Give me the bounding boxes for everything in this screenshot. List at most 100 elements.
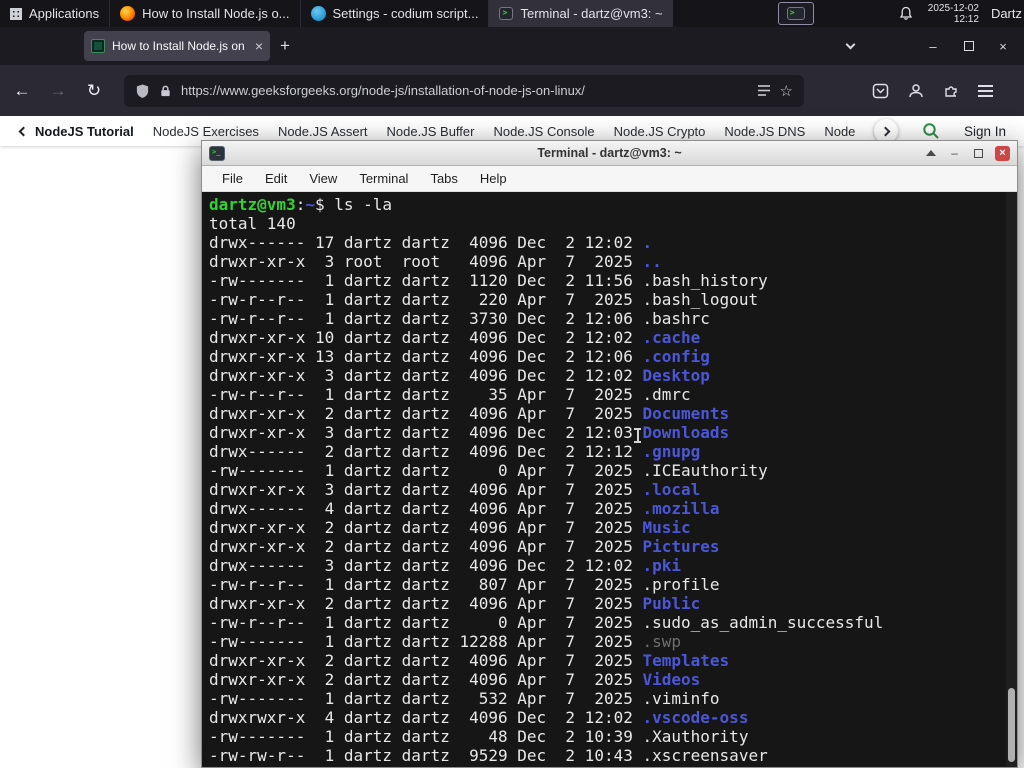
search-icon[interactable]	[922, 122, 940, 140]
file-name: .local	[642, 480, 701, 499]
window-minimize-button[interactable]: –	[926, 39, 940, 54]
taskbar-label-firefox: How to Install Node.js o...	[142, 6, 290, 21]
menu-help[interactable]: Help	[469, 166, 518, 192]
terminal-line: drwxrwxr-x 4 dartz dartz 4096 Dec 2 12:0…	[209, 708, 1017, 727]
terminal-line: drwxr-xr-x 2 dartz dartz 4096 Apr 7 2025…	[209, 537, 1017, 556]
applications-grid-icon	[10, 7, 22, 20]
applications-menu-button[interactable]: Applications	[0, 0, 109, 27]
file-name: .mozilla	[642, 499, 720, 518]
terminal-shade-button[interactable]	[923, 146, 938, 161]
terminal-line: -rw------- 1 dartz dartz 1120 Dec 2 11:5…	[209, 271, 1017, 290]
taskbar-button-terminal[interactable]: Terminal - dartz@vm3: ~	[488, 0, 673, 27]
terminal-app-icon	[209, 145, 225, 161]
url-text[interactable]: https://www.geeksforgeeks.org/node-js/in…	[181, 83, 748, 98]
file-meta: -rw------- 1 dartz dartz 1120 Dec 2 11:5…	[209, 271, 643, 290]
window-close-button[interactable]: ×	[996, 39, 1010, 54]
site-favicon-icon	[91, 39, 105, 53]
file-meta: drwxr-xr-x 2 dartz dartz 4096 Apr 7 2025	[209, 670, 643, 689]
panel-username: Dartz	[990, 6, 1022, 21]
page-nav-links: NodeJS Tutorial NodeJS Exercises Node.JS…	[0, 124, 858, 139]
active-window-icon-box[interactable]	[777, 2, 814, 25]
caret-up-icon	[925, 150, 936, 156]
terminal-output[interactable]: dartz@vm3:~$ ls -la total 140 drwx------…	[202, 192, 1017, 767]
tracking-shield-icon[interactable]	[135, 83, 150, 99]
panel-clock[interactable]: 2025-12-02 12:12	[928, 3, 979, 25]
list-tabs-chevron-icon[interactable]	[845, 39, 856, 50]
menu-view[interactable]: View	[298, 166, 348, 192]
bookmark-star-icon[interactable]: ☆	[780, 82, 793, 100]
terminal-line: drwxr-xr-x 3 dartz dartz 4096 Dec 2 12:0…	[209, 366, 1017, 385]
terminal-scrollbar-thumb[interactable]	[1008, 688, 1015, 762]
terminal-line: drwxr-xr-x 2 dartz dartz 4096 Apr 7 2025…	[209, 404, 1017, 423]
taskbar-button-firefox[interactable]: How to Install Node.js o...	[109, 0, 299, 27]
chevron-right-icon	[881, 126, 891, 136]
terminal-titlebar[interactable]: Terminal - dartz@vm3: ~ – ×	[202, 141, 1017, 166]
terminal-prompt-line: dartz@vm3:~$ ls -la	[209, 195, 1017, 214]
nav-primary-label: NodeJS Tutorial	[35, 123, 134, 139]
terminal-title: Terminal - dartz@vm3: ~	[537, 146, 682, 160]
terminal-window: Terminal - dartz@vm3: ~ – × File Edit Vi…	[201, 140, 1018, 768]
taskbar-button-codium[interactable]: Settings - codium script...	[299, 0, 489, 27]
terminal-line: drwxr-xr-x 2 dartz dartz 4096 Apr 7 2025…	[209, 670, 1017, 689]
file-name: .ICEauthority	[642, 461, 768, 480]
terminal-menubar: File Edit View Terminal Tabs Help	[202, 166, 1017, 192]
file-name: .pki	[642, 556, 682, 575]
browser-tab[interactable]: How to Install Node.js on ×	[84, 31, 270, 61]
terminal-scrollbar-track[interactable]	[1006, 192, 1017, 767]
pocket-icon[interactable]	[872, 83, 889, 99]
back-button[interactable]: ←	[12, 81, 32, 101]
file-meta: drwxr-xr-x 10 dartz dartz 4096 Dec 2 12:…	[209, 328, 643, 347]
terminal-minimize-button[interactable]: –	[947, 146, 962, 161]
terminal-line: drwx------ 4 dartz dartz 4096 Apr 7 2025…	[209, 499, 1017, 518]
terminal-line: drwxr-xr-x 13 dartz dartz 4096 Dec 2 12:…	[209, 347, 1017, 366]
nav-link-dns[interactable]: Node.JS DNS	[724, 124, 805, 139]
nav-link-buffer[interactable]: Node.JS Buffer	[387, 124, 475, 139]
file-name: Desktop	[642, 366, 710, 385]
menu-tabs[interactable]: Tabs	[419, 166, 468, 192]
terminal-line: -rw-r--r-- 1 dartz dartz 220 Apr 7 2025 …	[209, 290, 1017, 309]
file-name: .bash_history	[642, 271, 768, 290]
menu-edit[interactable]: Edit	[254, 166, 298, 192]
tab-title: How to Install Node.js on	[112, 39, 245, 53]
file-name: Templates	[642, 651, 730, 670]
prompt-colon: :	[295, 195, 306, 214]
file-meta: drwx------ 17 dartz dartz 4096 Dec 2 12:…	[209, 233, 643, 252]
browser-tab-bar: How to Install Node.js on × + – ×	[0, 27, 1024, 65]
nav-link-console[interactable]: Node.JS Console	[493, 124, 594, 139]
reader-mode-icon[interactable]	[757, 84, 771, 97]
url-bar[interactable]: https://www.geeksforgeeks.org/node-js/in…	[124, 74, 804, 107]
sign-in-button[interactable]: Sign In	[964, 124, 1006, 139]
toolbar-right-icons	[872, 83, 993, 99]
account-icon[interactable]	[908, 83, 924, 99]
window-maximize-button[interactable]	[964, 41, 974, 51]
window-controls: – ×	[845, 39, 1024, 54]
file-name: Documents	[642, 404, 730, 423]
terminal-line: -rw------- 1 dartz dartz 0 Apr 7 2025 .I…	[209, 461, 1017, 480]
nav-item-primary[interactable]: NodeJS Tutorial	[18, 123, 134, 139]
terminal-maximize-button[interactable]	[971, 146, 986, 161]
menu-file[interactable]: File	[211, 166, 254, 192]
nav-link-exercises[interactable]: NodeJS Exercises	[153, 124, 259, 139]
lock-icon[interactable]	[159, 84, 172, 98]
menu-icon[interactable]	[978, 89, 993, 92]
file-meta: -rw------- 1 dartz dartz 48 Dec 2 10:39	[209, 727, 643, 746]
terminal-close-button[interactable]: ×	[995, 145, 1010, 161]
tab-close-icon[interactable]: ×	[255, 39, 263, 53]
file-name: .swp	[642, 632, 682, 651]
forward-button[interactable]: →	[48, 81, 68, 101]
file-name: Pictures	[642, 537, 720, 556]
nav-link-next[interactable]: Node	[824, 124, 855, 139]
clock-date: 2025-12-02	[927, 2, 979, 14]
file-name: Public	[642, 594, 701, 613]
reload-button[interactable]: ↻	[84, 81, 104, 101]
terminal-line: drwx------ 2 dartz dartz 4096 Dec 2 12:1…	[209, 442, 1017, 461]
terminal-icon	[786, 7, 805, 20]
extensions-icon[interactable]	[943, 83, 959, 99]
new-tab-button[interactable]: +	[280, 36, 290, 56]
nav-link-crypto[interactable]: Node.JS Crypto	[614, 124, 706, 139]
terminal-icon	[499, 7, 514, 20]
notification-bell-button[interactable]	[898, 6, 914, 22]
menu-terminal[interactable]: Terminal	[348, 166, 419, 192]
nav-link-assert[interactable]: Node.JS Assert	[278, 124, 368, 139]
file-meta: drwx------ 2 dartz dartz 4096 Dec 2 12:1…	[209, 442, 643, 461]
